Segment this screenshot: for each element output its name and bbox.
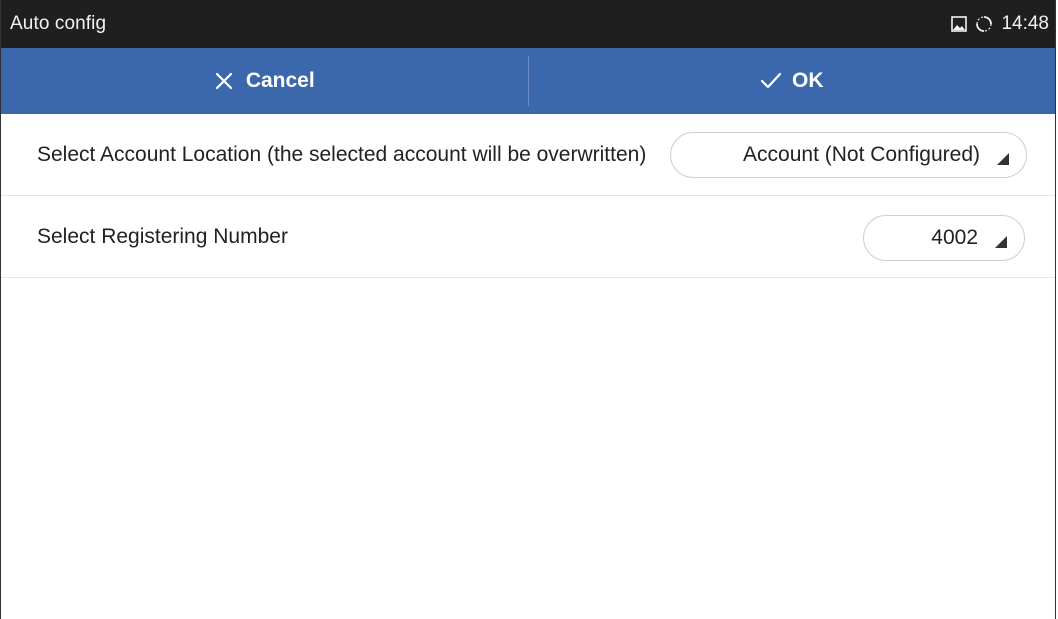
cancel-button[interactable]: Cancel	[1, 48, 528, 114]
status-bar: Auto config 14:48	[1, 0, 1055, 48]
setting-row-account-location: Select Account Location (the selected ac…	[1, 114, 1055, 196]
picture-icon	[951, 16, 968, 32]
registering-number-value: 4002	[931, 226, 978, 249]
checkmark-icon	[760, 71, 782, 91]
ok-button[interactable]: OK	[529, 48, 1056, 114]
app-window: Auto config 14:48 Cancel OK Select Accou…	[0, 0, 1056, 619]
cancel-label: Cancel	[245, 69, 315, 92]
status-title: Auto config	[10, 13, 107, 34]
status-time: 14:48	[1001, 13, 1049, 34]
action-bar: Cancel OK	[1, 48, 1055, 114]
account-location-label: Select Account Location (the selected ac…	[37, 143, 647, 166]
setting-row-registering-number: Select Registering Number 4002	[1, 196, 1055, 278]
close-icon	[214, 71, 234, 91]
status-icons: 14:48	[951, 13, 1049, 35]
account-location-value: Account (Not Configured)	[743, 143, 980, 166]
ok-label: OK	[792, 69, 824, 92]
registering-number-select[interactable]: 4002	[863, 215, 1025, 261]
dropdown-caret-icon	[996, 148, 1010, 165]
registering-number-label: Select Registering Number	[37, 225, 288, 248]
dropdown-caret-icon	[994, 231, 1008, 248]
sync-icon	[975, 15, 993, 33]
account-location-select[interactable]: Account (Not Configured)	[670, 132, 1027, 178]
